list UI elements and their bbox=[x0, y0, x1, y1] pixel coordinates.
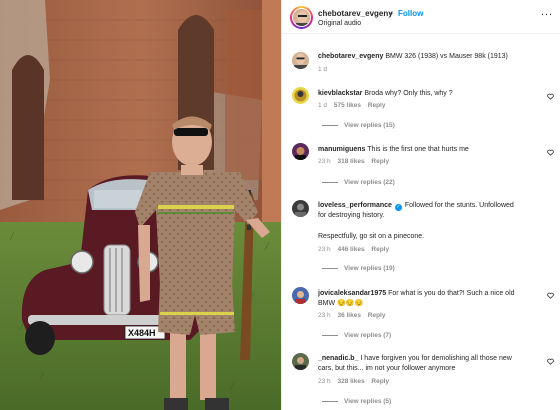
comment-meta: 23 h 446 likes Reply bbox=[318, 246, 394, 253]
audio-label[interactable]: Original audio bbox=[318, 20, 361, 27]
caption-text: chebotarev_evgeny BMW 326 (1938) vs Maus… bbox=[318, 52, 548, 62]
post-header: chebotarev_evgeny • Follow Original audi… bbox=[282, 0, 560, 34]
view-replies-label: View replies (15) bbox=[344, 122, 395, 129]
comment-body: Followed for the stunts. Unfollowed bbox=[404, 202, 514, 209]
view-replies-button[interactable]: View replies (15) bbox=[322, 122, 395, 129]
like-heart-icon[interactable] bbox=[547, 93, 554, 100]
likes-count[interactable]: 446 likes bbox=[337, 246, 364, 253]
view-replies-button[interactable]: View replies (7) bbox=[322, 332, 391, 339]
comment-body-line2: cars, but this... im not your follower a… bbox=[318, 364, 456, 372]
comment-body: This is the first one that hurts me bbox=[367, 146, 469, 153]
like-heart-icon[interactable] bbox=[547, 149, 554, 156]
like-heart-icon[interactable] bbox=[547, 292, 554, 299]
likes-count[interactable]: 318 likes bbox=[337, 158, 364, 165]
divider-line bbox=[322, 334, 338, 336]
timestamp[interactable]: 1 d bbox=[318, 102, 327, 109]
avatar[interactable] bbox=[292, 87, 309, 104]
separator-dot: • bbox=[390, 9, 393, 18]
timestamp[interactable]: 1 d bbox=[318, 66, 327, 73]
comment-text: loveless_performance ✓ Followed for the … bbox=[318, 201, 543, 221]
view-replies-button[interactable]: View replies (22) bbox=[322, 179, 395, 186]
timestamp[interactable]: 23 h bbox=[318, 312, 331, 319]
comment-meta: 23 h 318 likes Reply bbox=[318, 158, 394, 165]
comment-text: kievblackstar Broda why? Only this, why … bbox=[318, 89, 538, 99]
comment-username[interactable]: _nenadic.b_ bbox=[318, 355, 358, 362]
caption-meta: 1 d bbox=[318, 66, 332, 73]
timestamp[interactable]: 23 h bbox=[318, 158, 331, 165]
reply-button[interactable]: Reply bbox=[368, 102, 386, 109]
comment-body-line2: for destroying history. bbox=[318, 212, 385, 219]
story-ring[interactable] bbox=[290, 6, 313, 29]
view-replies-label: View replies (5) bbox=[344, 398, 392, 405]
view-replies-button[interactable]: View replies (19) bbox=[322, 265, 395, 272]
view-replies-label: View replies (22) bbox=[344, 179, 395, 186]
divider-line bbox=[322, 181, 338, 183]
reply-button[interactable]: Reply bbox=[368, 312, 386, 319]
timestamp[interactable]: 23 h bbox=[318, 246, 331, 253]
comment-username[interactable]: loveless_performance bbox=[318, 202, 392, 209]
verified-badge-icon: ✓ bbox=[394, 204, 402, 211]
timestamp[interactable]: 23 h bbox=[318, 378, 331, 385]
likes-count[interactable]: 36 likes bbox=[337, 312, 361, 319]
caption-body: BMW 326 (1938) vs Mauser 98k (1913) bbox=[385, 53, 508, 60]
avatar[interactable] bbox=[292, 200, 309, 217]
comment-body-line3: Respectfully, go sit on a pinecone. bbox=[318, 233, 425, 240]
comment-text: _nenadic.b_ I have forgiven you for demo… bbox=[318, 354, 543, 373]
avatar[interactable] bbox=[292, 353, 309, 370]
comment-username[interactable]: jovicaleksandar1975 bbox=[318, 290, 386, 297]
comment-username[interactable]: manumiguens bbox=[318, 146, 365, 153]
comment-text: jovicaleksandar1975 For what is you do t… bbox=[318, 289, 543, 308]
avatar[interactable] bbox=[292, 52, 309, 69]
view-replies-label: View replies (19) bbox=[344, 265, 395, 272]
reply-button[interactable]: Reply bbox=[371, 158, 389, 165]
license-plate: Х484Н bbox=[128, 328, 156, 338]
more-options-icon[interactable]: ... bbox=[541, 6, 553, 18]
avatar[interactable] bbox=[292, 8, 311, 27]
comment-meta: 23 h 328 likes Reply bbox=[318, 378, 394, 385]
comment-body-line2: BMW 😔😔😔 bbox=[318, 299, 364, 307]
reply-button[interactable]: Reply bbox=[371, 378, 389, 385]
divider-line bbox=[322, 124, 338, 126]
comment-meta: 23 h 36 likes Reply bbox=[318, 312, 390, 319]
caption-username[interactable]: chebotarev_evgeny bbox=[318, 53, 383, 60]
avatar[interactable] bbox=[292, 143, 309, 160]
likes-count[interactable]: 575 likes bbox=[334, 102, 361, 109]
comment-username[interactable]: kievblackstar bbox=[318, 90, 362, 97]
view-replies-button[interactable]: View replies (5) bbox=[322, 398, 391, 405]
post-side-panel: chebotarev_evgeny • Follow Original audi… bbox=[281, 0, 560, 410]
view-replies-label: View replies (7) bbox=[344, 332, 392, 339]
post-photo[interactable]: Х484Н bbox=[0, 0, 281, 410]
comment-body: Broda why? Only this, why ? bbox=[364, 90, 453, 97]
comment-body: I have forgiven you for demolishing all … bbox=[360, 355, 512, 362]
follow-button[interactable]: Follow bbox=[398, 9, 423, 18]
comment-text: manumiguens This is the first one that h… bbox=[318, 145, 538, 155]
like-heart-icon[interactable] bbox=[547, 358, 554, 365]
likes-count[interactable]: 328 likes bbox=[337, 378, 364, 385]
comment-meta: 1 d 575 likes Reply bbox=[318, 102, 390, 109]
comment-body: For what is you do that?! Such a nice ol… bbox=[388, 290, 515, 297]
divider-line bbox=[322, 400, 338, 402]
divider-line bbox=[322, 267, 338, 269]
header-username[interactable]: chebotarev_evgeny bbox=[318, 9, 393, 18]
avatar[interactable] bbox=[292, 287, 309, 304]
reply-button[interactable]: Reply bbox=[371, 246, 389, 253]
